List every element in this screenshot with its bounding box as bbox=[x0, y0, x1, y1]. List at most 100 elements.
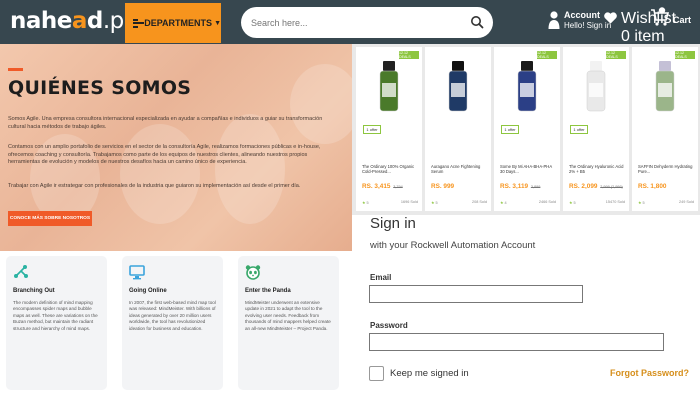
product-image[interactable] bbox=[494, 55, 560, 135]
logo-text-end: d bbox=[86, 8, 103, 34]
feature-card-online: Going Online In 2007, the first web-base… bbox=[122, 256, 223, 390]
star-icon: ★ bbox=[500, 201, 504, 205]
about-paragraph-1: Somos Agile. Una empresa consultora inte… bbox=[8, 116, 323, 130]
cart-icon bbox=[650, 6, 670, 33]
top-navigation-bar: nahead.pk DEPARTMENTS ▼ Account Hello! S… bbox=[0, 0, 700, 45]
product-card[interactable]: 12.12 DEALS SAFFIN Dehyderm Hydrating Pu… bbox=[632, 47, 698, 211]
offer-badge: 1 offer bbox=[501, 125, 519, 134]
feature-title: Enter the Panda bbox=[245, 288, 291, 294]
sold-count: 208 Sold bbox=[472, 200, 487, 204]
rating-value: 5 bbox=[366, 201, 369, 205]
departments-label: DEPARTMENTS bbox=[144, 18, 213, 28]
feature-card-panda: Enter the Panda MindMeister underwent an… bbox=[238, 256, 339, 390]
product-card[interactable]: 12.12 DEALS 1 offer The Ordinary 100% Org… bbox=[356, 47, 422, 211]
account-link[interactable]: Account Hello! Sign in bbox=[548, 10, 611, 35]
sold-count: 2466 Sold bbox=[538, 200, 556, 204]
current-price: RS. 3,415 bbox=[362, 183, 391, 190]
star-icon: ★ bbox=[569, 201, 573, 205]
offer-badge: 1 offer bbox=[570, 125, 588, 134]
current-price: RS. 999 bbox=[431, 183, 455, 190]
product-image[interactable] bbox=[425, 55, 491, 135]
departments-menu-button[interactable]: DEPARTMENTS ▼ bbox=[125, 3, 221, 43]
product-footer: ★ 4 2466 Sold bbox=[500, 200, 556, 205]
search-bar bbox=[241, 7, 493, 38]
signin-subtitle: with your Rockwell Automation Account bbox=[370, 240, 536, 251]
sold-count: 1696 Sold bbox=[400, 200, 418, 204]
product-footer: ★ 5 1696 Sold bbox=[362, 200, 418, 205]
offer-badge: 1 offer bbox=[363, 125, 381, 134]
logo-text-main: nahe bbox=[10, 8, 72, 34]
cart-label: Cart bbox=[673, 14, 692, 25]
search-icon[interactable] bbox=[470, 15, 484, 34]
monitor-icon bbox=[129, 264, 145, 280]
keep-signed-in-checkbox[interactable] bbox=[369, 366, 384, 381]
product-rating: ★ 4 bbox=[500, 200, 507, 205]
product-name[interactable]: Auragano Acne Fightening Serum bbox=[431, 164, 487, 175]
password-label: Password bbox=[370, 321, 408, 330]
product-footer: ★ 5 208 Sold bbox=[431, 200, 487, 205]
product-card[interactable]: Auragano Acne Fightening Serum RS. 999 ★ 5… bbox=[425, 47, 491, 211]
product-name[interactable]: The Ordinary 100% Organic Cold-Pressed..… bbox=[362, 164, 418, 175]
rating-value: 4 bbox=[504, 201, 507, 205]
about-hero-section: QUIÉNES SOMOS Somos Agile. Una empresa c… bbox=[0, 44, 352, 251]
feature-title: Branching Out bbox=[13, 288, 55, 294]
product-carousel: 12.12 DEALS 1 offer The Ordinary 100% Org… bbox=[352, 44, 700, 215]
product-image[interactable] bbox=[356, 55, 422, 135]
old-price: 2,999 (2,999) bbox=[600, 185, 623, 189]
star-icon: ★ bbox=[362, 201, 366, 205]
feature-text: MindMeister underwent an extensive updat… bbox=[245, 300, 331, 331]
feature-card-branching: Branching Out The modern definition of m… bbox=[6, 256, 107, 390]
product-price: RS. 2,099 2,999 (2,999) bbox=[569, 183, 623, 190]
rating-value: 5 bbox=[642, 201, 645, 205]
product-price: RS. 1,800 bbox=[638, 183, 666, 190]
branching-icon bbox=[13, 264, 29, 280]
feature-title: Going Online bbox=[129, 288, 167, 294]
product-card[interactable]: 12.12 DEALS 1 offer Some By Mi AHA-BHA-PH… bbox=[494, 47, 560, 211]
hero-photo-shape bbox=[120, 124, 200, 224]
product-image[interactable] bbox=[563, 55, 629, 135]
about-paragraph-3: Trabajar con Agile ir estrategar con pro… bbox=[8, 183, 301, 189]
password-field[interactable] bbox=[369, 333, 664, 351]
caret-down-icon: ▼ bbox=[214, 19, 221, 27]
sold-count: 249 Sold bbox=[679, 200, 694, 204]
email-label: Email bbox=[370, 273, 392, 282]
feature-text: The modern definition of mind mapping en… bbox=[13, 300, 98, 331]
product-rating: ★ 5 bbox=[362, 200, 369, 205]
search-input[interactable] bbox=[251, 14, 461, 31]
learn-more-button[interactable]: CONOCE MÁS SOBRE NOSOTROS bbox=[8, 211, 92, 226]
product-name[interactable]: SAFFIN Dehyderm Hydrating Pure... bbox=[638, 164, 694, 175]
product-image[interactable] bbox=[632, 55, 698, 135]
product-rating: ★ 5 bbox=[638, 200, 645, 205]
user-icon bbox=[548, 10, 560, 35]
rating-value: 5 bbox=[435, 201, 438, 205]
product-card[interactable]: 12.12 DEALS 1 offer The Ordinary Hyaluron… bbox=[563, 47, 629, 211]
email-field[interactable] bbox=[369, 285, 583, 303]
current-price: RS. 1,800 bbox=[638, 183, 667, 190]
sold-count: 15470 Sold bbox=[605, 200, 625, 204]
cart-link[interactable]: Cart bbox=[650, 6, 691, 33]
logo-text-accent: a bbox=[71, 8, 88, 34]
about-paragraph-2: Contamos con un amplio portafolio de ser… bbox=[8, 144, 321, 166]
product-price: RS. 3,415 3,794 bbox=[362, 183, 403, 190]
feature-text: In 2007, the first web-based mind map to… bbox=[129, 300, 216, 331]
heart-icon bbox=[603, 10, 618, 31]
product-name[interactable]: Some By Mi AHA-BHA-PHA 30 Days... bbox=[500, 164, 556, 175]
current-price: RS. 2,099 bbox=[569, 183, 598, 190]
product-footer: ★ 5 249 Sold bbox=[638, 200, 694, 205]
about-title: QUIÉNES SOMOS bbox=[8, 77, 192, 99]
keep-signed-in-label[interactable]: Keep me signed in bbox=[390, 368, 469, 379]
current-price: RS. 3,119 bbox=[500, 183, 529, 190]
product-price: RS. 3,119 3,899 bbox=[500, 183, 540, 190]
site-logo[interactable]: nahead.pk bbox=[10, 8, 137, 34]
star-icon: ★ bbox=[638, 201, 642, 205]
product-name[interactable]: The Ordinary Hyaluronic Acid 2% + B5 bbox=[569, 164, 625, 175]
old-price: 3,794 bbox=[393, 185, 403, 189]
menu-icon bbox=[133, 18, 145, 28]
product-footer: ★ 5 15470 Sold bbox=[569, 200, 625, 205]
product-rating: ★ 5 bbox=[431, 200, 438, 205]
signin-title: Sign in bbox=[370, 215, 416, 232]
forgot-password-link[interactable]: Forgot Password? bbox=[610, 368, 689, 378]
hero-photo-shape bbox=[290, 64, 352, 144]
signin-form: Sign in with your Rockwell Automation Ac… bbox=[352, 215, 700, 400]
old-price: 3,899 bbox=[530, 185, 541, 189]
